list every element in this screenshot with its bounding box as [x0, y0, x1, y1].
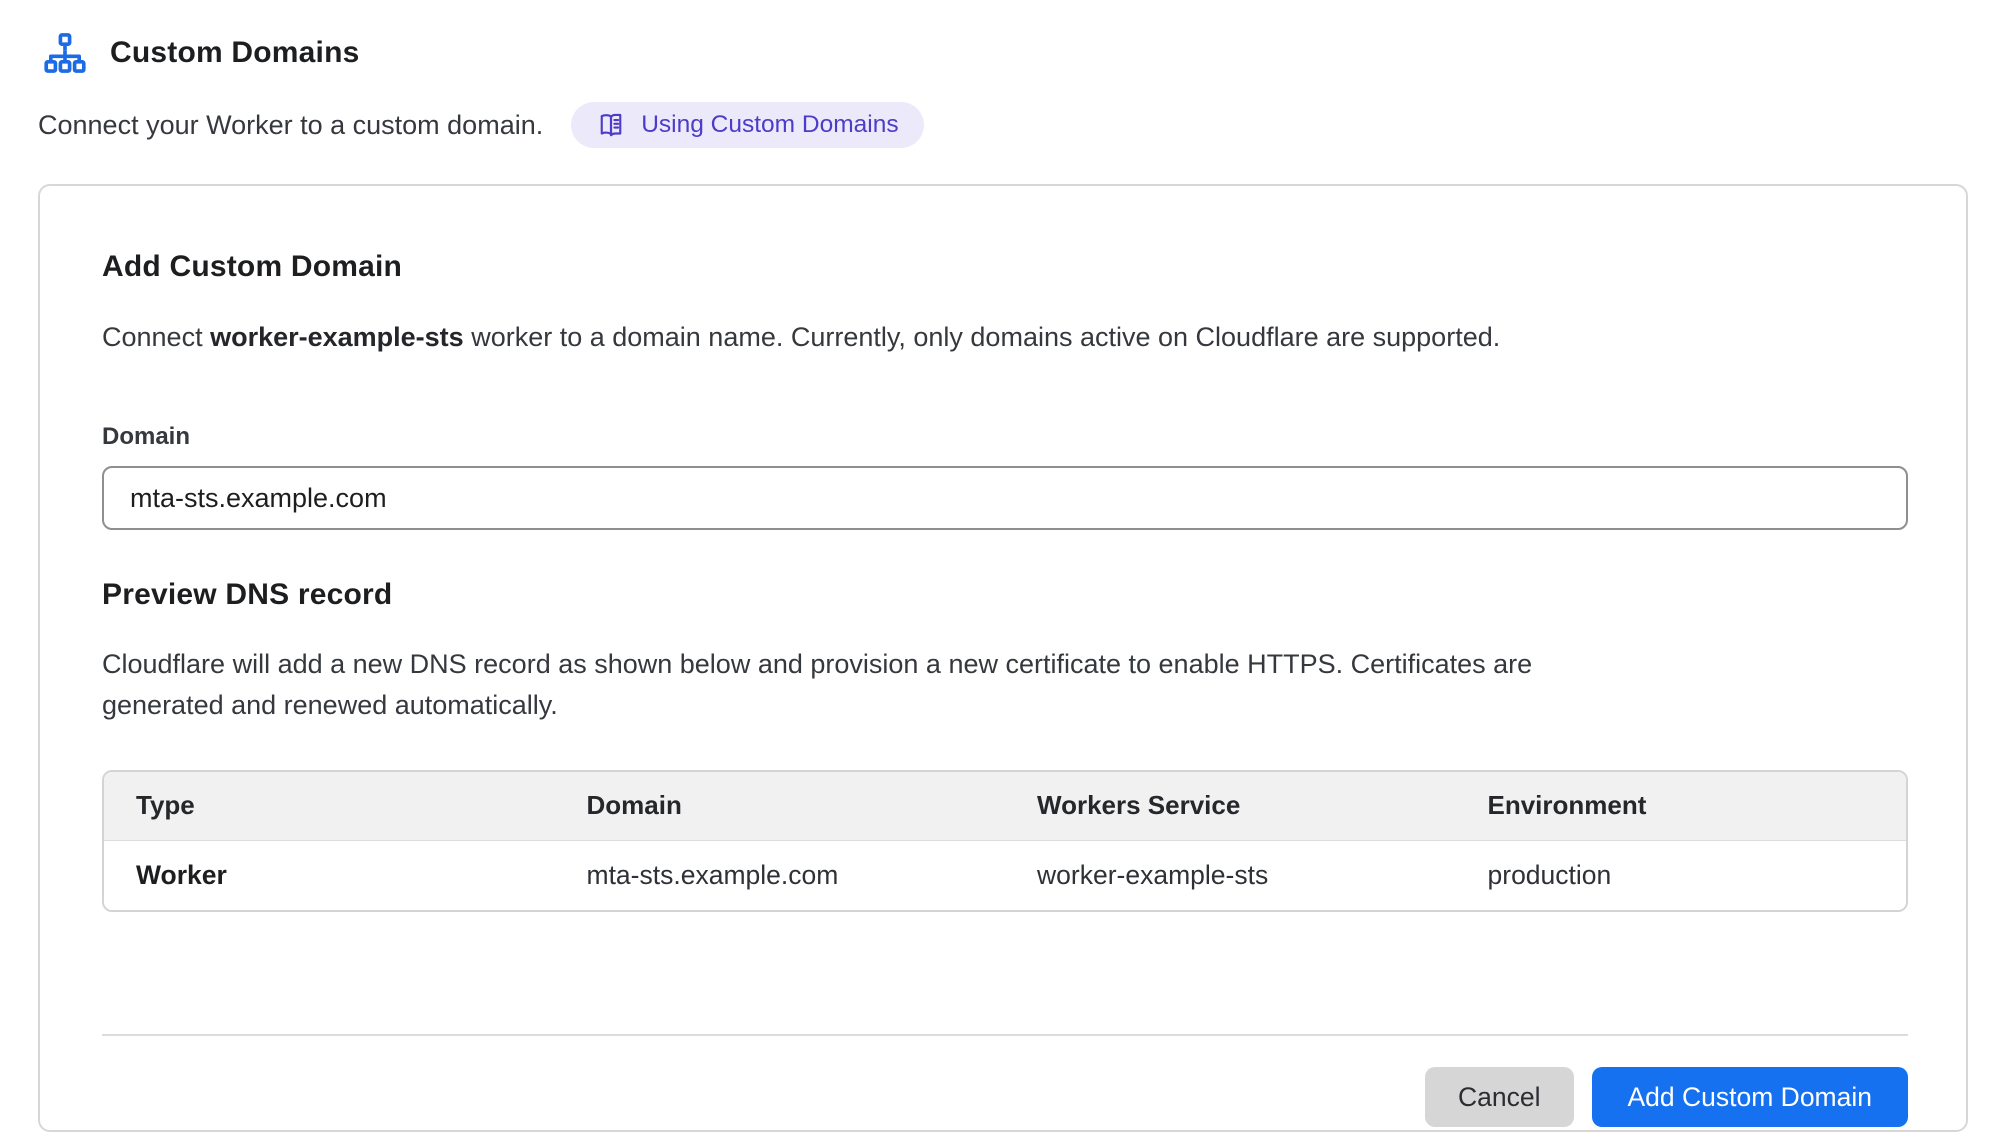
open-book-icon — [596, 110, 626, 140]
using-custom-domains-link[interactable]: Using Custom Domains — [571, 102, 923, 148]
domain-field-label: Domain — [102, 423, 1908, 451]
preview-dns-description: Cloudflare will add a new DNS record as … — [102, 644, 1612, 726]
dns-preview-table: Type Domain Workers Service Environment … — [102, 770, 1908, 912]
add-custom-domain-card: Add Custom Domain Connect worker-example… — [38, 184, 1968, 1132]
page-title: Custom Domains — [110, 36, 360, 70]
domain-input[interactable] — [102, 466, 1908, 530]
table-header-row: Type Domain Workers Service Environment — [104, 772, 1906, 840]
cell-environment: production — [1456, 840, 1907, 910]
cell-type: Worker — [104, 840, 555, 910]
cell-workers-service: worker-example-sts — [1005, 840, 1456, 910]
preview-dns-heading: Preview DNS record — [102, 578, 1908, 612]
col-header-type: Type — [104, 772, 555, 840]
col-header-environment: Environment — [1456, 772, 1907, 840]
page-subheader: Connect your Worker to a custom domain. … — [38, 102, 1969, 148]
intro-prefix: Connect — [102, 322, 210, 352]
footer-actions: Cancel Add Custom Domain — [102, 1067, 1908, 1127]
page-header: Custom Domains — [42, 30, 1969, 76]
cancel-button[interactable]: Cancel — [1425, 1067, 1574, 1127]
page-subtitle: Connect your Worker to a custom domain. — [38, 110, 543, 141]
card-heading: Add Custom Domain — [102, 250, 1908, 284]
sitemap-icon — [42, 30, 88, 76]
footer-divider — [102, 1034, 1908, 1036]
intro-suffix: worker to a domain name. Currently, only… — [464, 322, 1501, 352]
col-header-domain: Domain — [555, 772, 1006, 840]
add-custom-domain-button[interactable]: Add Custom Domain — [1592, 1067, 1909, 1127]
col-header-workers-service: Workers Service — [1005, 772, 1456, 840]
using-custom-domains-label: Using Custom Domains — [641, 111, 898, 139]
worker-name: worker-example-sts — [210, 322, 464, 352]
cell-domain: mta-sts.example.com — [555, 840, 1006, 910]
table-row: Worker mta-sts.example.com worker-exampl… — [104, 840, 1906, 910]
card-intro: Connect worker-example-sts worker to a d… — [102, 322, 1908, 353]
